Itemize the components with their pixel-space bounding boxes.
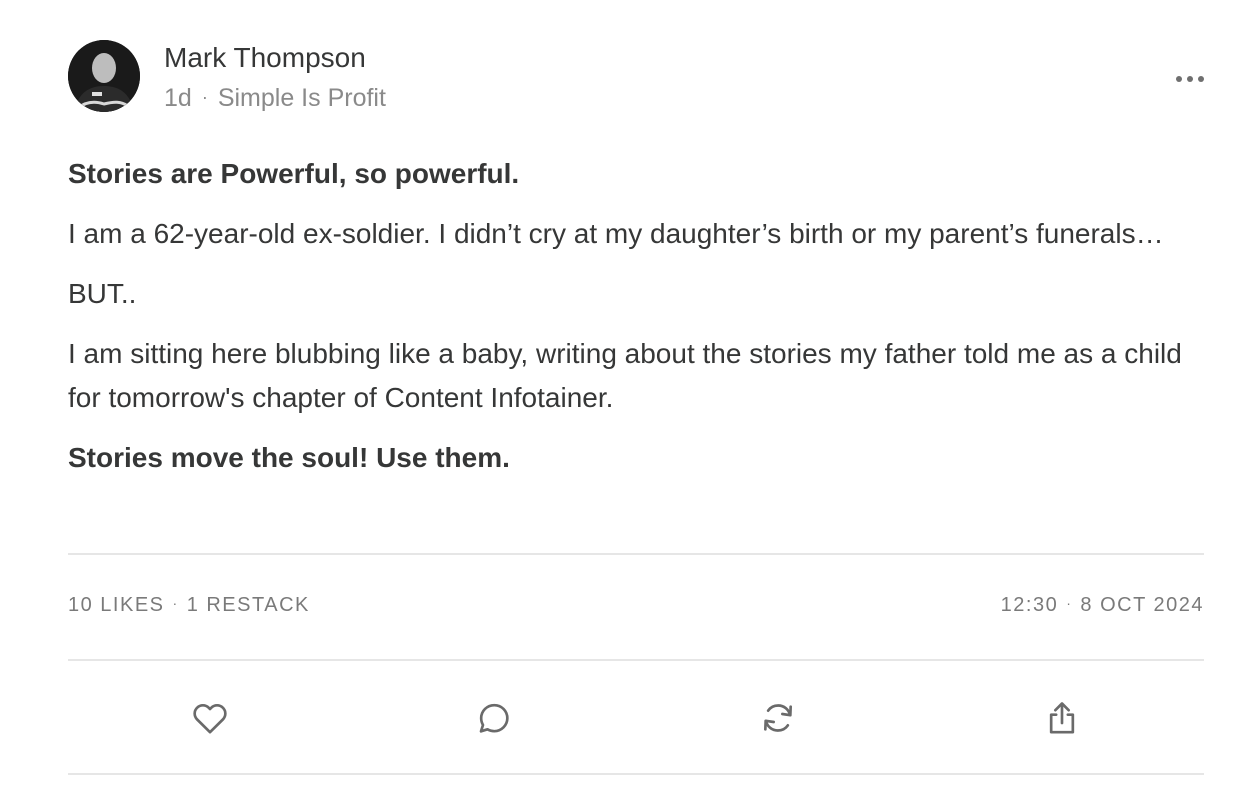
post-paragraph: Stories are Powerful, so powerful. (68, 158, 520, 189)
post-paragraph: BUT.. (68, 278, 137, 309)
share-button[interactable] (1034, 690, 1090, 746)
post-stats: 10 LIKES · 1 RESTACK 12:30 · 8 OCT 2024 (68, 594, 1204, 624)
divider (68, 659, 1204, 661)
engagement-stats: 10 LIKES · 1 RESTACK (68, 594, 310, 617)
avatar-photo (68, 40, 140, 112)
share-icon (1049, 702, 1075, 734)
more-options-icon-dot (1198, 76, 1204, 82)
author-meta: 1d · Simple Is Profit (164, 84, 386, 113)
author-name[interactable]: Mark Thompson (164, 42, 366, 74)
heart-icon (193, 703, 227, 734)
action-bar (68, 690, 1204, 746)
comment-icon (479, 703, 509, 733)
more-options-icon-dot (1187, 76, 1193, 82)
post-age: 1d (164, 84, 192, 112)
divider (68, 773, 1204, 775)
post-timestamp: 12:30 · 8 OCT 2024 (1001, 594, 1204, 617)
like-button[interactable] (182, 690, 238, 746)
more-options-button[interactable] (1164, 64, 1204, 94)
avatar[interactable] (68, 40, 140, 112)
post-paragraph: I am sitting here blubbing like a baby, … (68, 338, 1182, 413)
post-date: 8 OCT 2024 (1080, 594, 1204, 616)
restacks-count[interactable]: 1 RESTACK (187, 594, 310, 616)
post-paragraph: I am a 62-year-old ex-soldier. I didn’t … (68, 218, 1164, 249)
restack-icon (764, 704, 792, 732)
post-body: Stories are Powerful, so powerful. I am … (68, 152, 1204, 496)
author-header: Mark Thompson 1d · Simple Is Profit (68, 40, 1204, 116)
post-time: 12:30 (1000, 594, 1059, 616)
post-card: Mark Thompson 1d · Simple Is Profit Storie… (68, 40, 1204, 473)
meta-separator: · (201, 87, 208, 107)
post-paragraph: Stories move the soul! Use them. (68, 442, 510, 473)
publication-link[interactable]: Simple Is Profit (218, 84, 386, 112)
more-options-icon (1176, 76, 1182, 82)
restack-button[interactable] (750, 690, 806, 746)
divider (68, 553, 1204, 555)
timestamp-separator: · (1066, 595, 1073, 611)
stats-separator: · (172, 595, 179, 611)
likes-count[interactable]: 10 LIKES (68, 594, 165, 616)
comment-button[interactable] (466, 690, 522, 746)
